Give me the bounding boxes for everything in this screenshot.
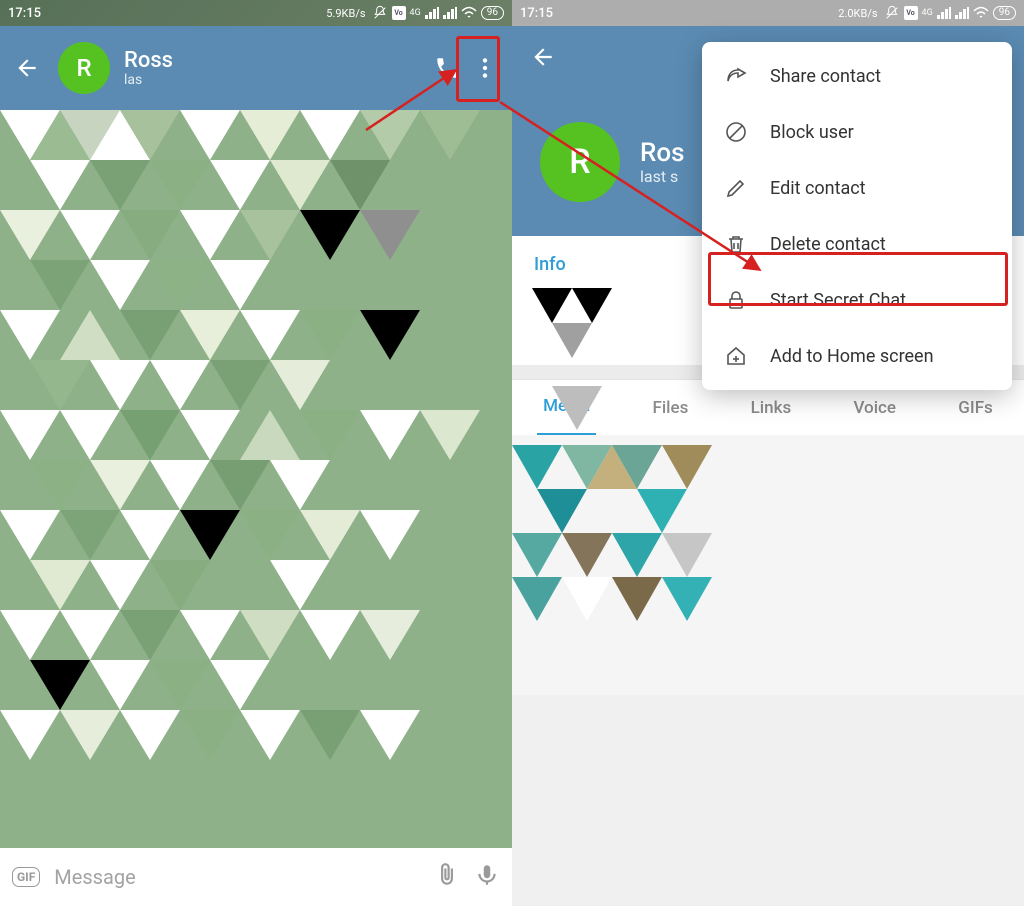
back-button[interactable] — [10, 38, 44, 98]
battery-badge: 96 — [993, 6, 1016, 20]
volte-icon: Vo — [904, 6, 918, 20]
contact-lastseen: last s — [640, 167, 685, 186]
signal-icon — [937, 7, 951, 19]
menu-block-user[interactable]: Block user — [702, 104, 1012, 160]
battery-badge: 96 — [481, 6, 504, 20]
more-menu-button[interactable] — [468, 38, 502, 98]
chat-messages-area[interactable] — [0, 110, 512, 848]
shared-media-grid[interactable] — [512, 435, 1024, 695]
screen-contact-profile: 17:15 2.0KB/s Vo 4G 96 R Ros last s — [512, 0, 1024, 906]
wifi-icon — [461, 6, 477, 20]
lock-icon — [724, 288, 748, 312]
contact-lastseen: las — [124, 72, 416, 88]
status-time: 17:15 — [520, 6, 553, 21]
status-icons: 5.9KB/s Vo 4G 96 — [326, 5, 504, 21]
attach-button[interactable] — [434, 862, 460, 892]
volte-icon: Vo — [392, 6, 406, 20]
menu-item-label: Edit contact — [770, 178, 866, 199]
status-bar: 17:15 5.9KB/s Vo 4G 96 — [0, 0, 512, 26]
tab-gifs[interactable]: GIFs — [952, 398, 999, 418]
menu-delete-contact[interactable]: Delete contact — [702, 216, 1012, 272]
header-actions — [430, 38, 502, 98]
message-input[interactable]: Message — [54, 865, 420, 889]
avatar-letter: R — [569, 142, 590, 182]
mic-button[interactable] — [474, 862, 500, 892]
contact-avatar[interactable]: R — [58, 42, 110, 94]
status-icons: 2.0KB/s Vo 4G 96 — [838, 5, 1016, 21]
overflow-menu: Share contact Block user Edit contact De… — [702, 42, 1012, 390]
avatar-letter: R — [76, 54, 91, 82]
net-4g: 4G — [922, 9, 933, 18]
censored-mosaic — [0, 110, 512, 848]
trash-icon — [724, 232, 748, 256]
censored-info-2 — [552, 386, 632, 436]
menu-item-label: Share contact — [770, 66, 881, 87]
pencil-icon — [724, 176, 748, 200]
tab-files[interactable]: Files — [646, 398, 694, 418]
tab-links[interactable]: Links — [745, 398, 798, 418]
censored-media — [512, 435, 1024, 695]
chat-header: R Ross las — [0, 26, 512, 110]
menu-item-label: Add to Home screen — [770, 346, 934, 367]
menu-item-label: Block user — [770, 122, 854, 143]
block-icon — [724, 120, 748, 144]
signal-icon — [425, 7, 439, 19]
home-plus-icon — [724, 344, 748, 368]
back-button[interactable] — [526, 40, 560, 74]
signal2-icon — [443, 7, 457, 19]
tab-voice[interactable]: Voice — [847, 398, 902, 418]
status-bar: 17:15 2.0KB/s Vo 4G 96 — [512, 0, 1024, 26]
contact-name: Ros — [640, 138, 685, 168]
wifi-icon — [973, 6, 989, 20]
message-composer: GIF Message — [0, 848, 512, 906]
status-netspeed: 5.9KB/s — [326, 7, 365, 20]
screen-chat: 17:15 5.9KB/s Vo 4G 96 R Ross las — [0, 0, 512, 906]
menu-item-label: Start Secret Chat — [770, 290, 906, 311]
status-time: 17:15 — [8, 6, 41, 21]
menu-secret-chat[interactable]: Start Secret Chat — [702, 272, 1012, 328]
mute-icon — [372, 5, 388, 21]
gif-button[interactable]: GIF — [12, 867, 40, 887]
status-netspeed: 2.0KB/s — [838, 7, 877, 20]
mute-icon — [884, 5, 900, 21]
menu-add-homescreen[interactable]: Add to Home screen — [702, 328, 1012, 384]
contact-avatar[interactable]: R — [540, 122, 620, 202]
net-4g: 4G — [410, 9, 421, 18]
chat-title-block[interactable]: Ross las — [124, 48, 416, 88]
call-button[interactable] — [430, 38, 464, 98]
signal2-icon — [955, 7, 969, 19]
share-icon — [724, 64, 748, 88]
menu-share-contact[interactable]: Share contact — [702, 48, 1012, 104]
menu-item-label: Delete contact — [770, 234, 886, 255]
contact-name: Ross — [124, 48, 416, 73]
menu-edit-contact[interactable]: Edit contact — [702, 160, 1012, 216]
